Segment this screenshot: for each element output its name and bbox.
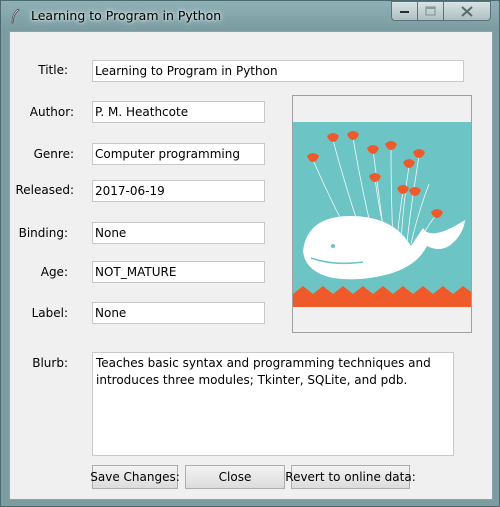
title-label: Title:: [38, 63, 68, 77]
binding-label: Binding:: [18, 226, 68, 240]
genre-label: Genre:: [33, 147, 74, 161]
save-changes-button[interactable]: Save Changes:: [90, 465, 180, 489]
fail-whale-image: [293, 122, 471, 307]
maximize-icon: [425, 6, 436, 16]
window-title: Learning to Program in Python: [31, 8, 222, 23]
blurb-textarea[interactable]: Teaches basic syntax and programming tec…: [92, 352, 454, 456]
released-label: Released:: [15, 183, 74, 197]
minimize-icon: [399, 11, 409, 13]
revert-button[interactable]: Revert to online data:: [285, 465, 416, 489]
label-label: Label:: [31, 306, 68, 320]
label-field[interactable]: None: [92, 302, 265, 324]
age-label: Age:: [40, 265, 68, 279]
minimize-button[interactable]: [391, 1, 418, 21]
author-label: Author:: [29, 105, 74, 119]
cover-image-frame: [292, 95, 472, 333]
close-window-button[interactable]: [444, 1, 491, 21]
application-window: Learning to Program in Python Title: Lea…: [0, 0, 500, 507]
close-button[interactable]: Close: [185, 465, 285, 489]
genre-field[interactable]: Computer programming: [92, 143, 265, 165]
title-field[interactable]: Learning to Program in Python: [92, 60, 464, 82]
author-field[interactable]: P. M. Heathcote: [92, 101, 265, 123]
binding-field[interactable]: None: [92, 222, 265, 244]
close-icon: [461, 5, 473, 17]
maximize-button[interactable]: [418, 1, 444, 21]
feather-icon: [11, 8, 20, 24]
title-bar[interactable]: Learning to Program in Python: [1, 1, 499, 31]
blurb-label: Blurb:: [32, 356, 68, 370]
age-field[interactable]: NOT_MATURE: [92, 261, 265, 283]
released-field[interactable]: 2017-06-19: [92, 180, 265, 202]
form-panel: Title: Learning to Program in Python Aut…: [9, 31, 493, 500]
